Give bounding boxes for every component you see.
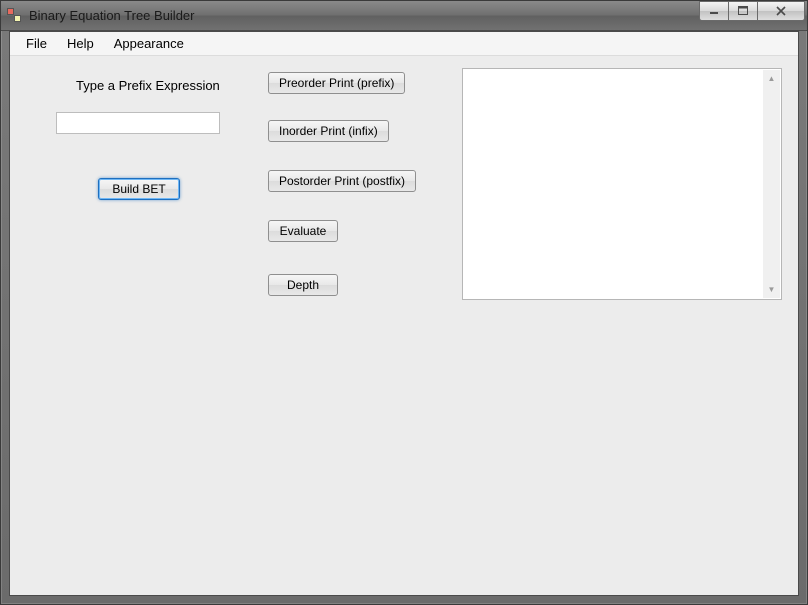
inorder-print-button[interactable]: Inorder Print (infix) bbox=[268, 120, 389, 142]
output-textbox[interactable]: ▲ ▼ bbox=[462, 68, 782, 300]
preorder-print-button[interactable]: Preorder Print (prefix) bbox=[268, 72, 405, 94]
close-button[interactable] bbox=[757, 1, 805, 21]
client-frame: File Help Appearance Type a Prefix Expre… bbox=[9, 31, 799, 596]
app-window: Binary Equation Tree Builder Fil bbox=[0, 0, 808, 605]
menu-file[interactable]: File bbox=[16, 33, 57, 54]
window-title: Binary Equation Tree Builder bbox=[29, 8, 194, 23]
menu-help[interactable]: Help bbox=[57, 33, 104, 54]
maximize-icon bbox=[738, 6, 749, 16]
app-icon bbox=[7, 8, 23, 24]
menu-appearance[interactable]: Appearance bbox=[104, 33, 194, 54]
build-bet-button[interactable]: Build BET bbox=[98, 178, 180, 200]
scroll-up-icon[interactable]: ▲ bbox=[763, 70, 780, 87]
postorder-print-button[interactable]: Postorder Print (postfix) bbox=[268, 170, 416, 192]
minimize-button[interactable] bbox=[699, 1, 729, 21]
maximize-button[interactable] bbox=[728, 1, 758, 21]
client-area: Type a Prefix Expression Build BET Preor… bbox=[10, 56, 798, 595]
output-scrollbar[interactable]: ▲ ▼ bbox=[763, 70, 780, 298]
prefix-expression-input[interactable] bbox=[56, 112, 220, 134]
close-icon bbox=[775, 6, 787, 16]
menubar: File Help Appearance bbox=[10, 32, 798, 56]
window-controls bbox=[700, 1, 805, 21]
depth-button[interactable]: Depth bbox=[268, 274, 338, 296]
prefix-expression-label: Type a Prefix Expression bbox=[76, 78, 220, 93]
minimize-icon bbox=[709, 6, 719, 16]
titlebar[interactable]: Binary Equation Tree Builder bbox=[1, 1, 807, 31]
evaluate-button[interactable]: Evaluate bbox=[268, 220, 338, 242]
scroll-down-icon[interactable]: ▼ bbox=[763, 281, 780, 298]
